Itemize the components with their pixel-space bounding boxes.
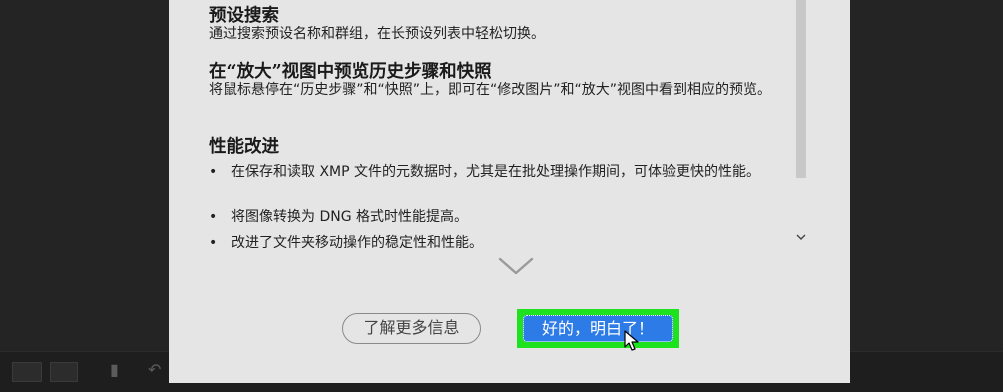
bullet-marker: • xyxy=(209,235,218,248)
section-desc-zoom-preview: 将鼠标悬停在“历史步骤”和“快照”上，即可在“修改图片”和“放大”视图中看到相应… xyxy=(209,82,772,98)
section-title-preset-search: 预设搜索 xyxy=(209,6,279,26)
scroll-thumb[interactable] xyxy=(796,0,806,178)
mouse-pointer-icon xyxy=(624,330,639,351)
app-backdrop-right xyxy=(850,0,1003,391)
bullet-marker: • xyxy=(209,209,218,225)
list-item-text: 改进了文件夹移动操作的稳定性和性能。 xyxy=(231,235,483,248)
section-desc-preset-search: 通过搜索预设名称和群组，在长预设列表中轻松切换。 xyxy=(209,26,545,42)
chevron-down-icon[interactable] xyxy=(497,254,535,278)
learn-more-button[interactable]: 了解更多信息 xyxy=(342,313,481,344)
loupe-view-icon[interactable] xyxy=(50,362,78,382)
section-title-performance: 性能改进 xyxy=(209,137,279,157)
release-notes-content: 预设搜索 通过搜索预设名称和群组，在长预设列表中轻松切换。 在“放大”视图中预览… xyxy=(209,0,799,248)
section-title-zoom-preview: 在“放大”视图中预览历史步骤和快照 xyxy=(209,62,492,82)
chevron-down-icon[interactable] xyxy=(794,232,808,246)
bullet-marker: • xyxy=(209,164,218,180)
ok-got-it-button[interactable]: 好的，明白了！ xyxy=(523,315,673,342)
whats-new-dialog: 预设搜索 通过搜索预设名称和群组，在长预设列表中轻松切换。 在“放大”视图中预览… xyxy=(169,0,850,383)
content-scrollbar[interactable] xyxy=(794,0,808,248)
grid-view-icon[interactable] xyxy=(12,362,42,382)
app-backdrop-left xyxy=(0,0,169,391)
list-item-text: 将图像转换为 DNG 格式时性能提高。 xyxy=(231,209,469,225)
rotate-icon[interactable]: ↶ xyxy=(148,360,161,379)
list-item-text: 在保存和读取 XMP 文件的元数据时，尤其是在批处理操作期间，可体验更快的性能。 xyxy=(231,164,761,180)
spray-can-icon[interactable]: ▮ xyxy=(110,360,119,379)
